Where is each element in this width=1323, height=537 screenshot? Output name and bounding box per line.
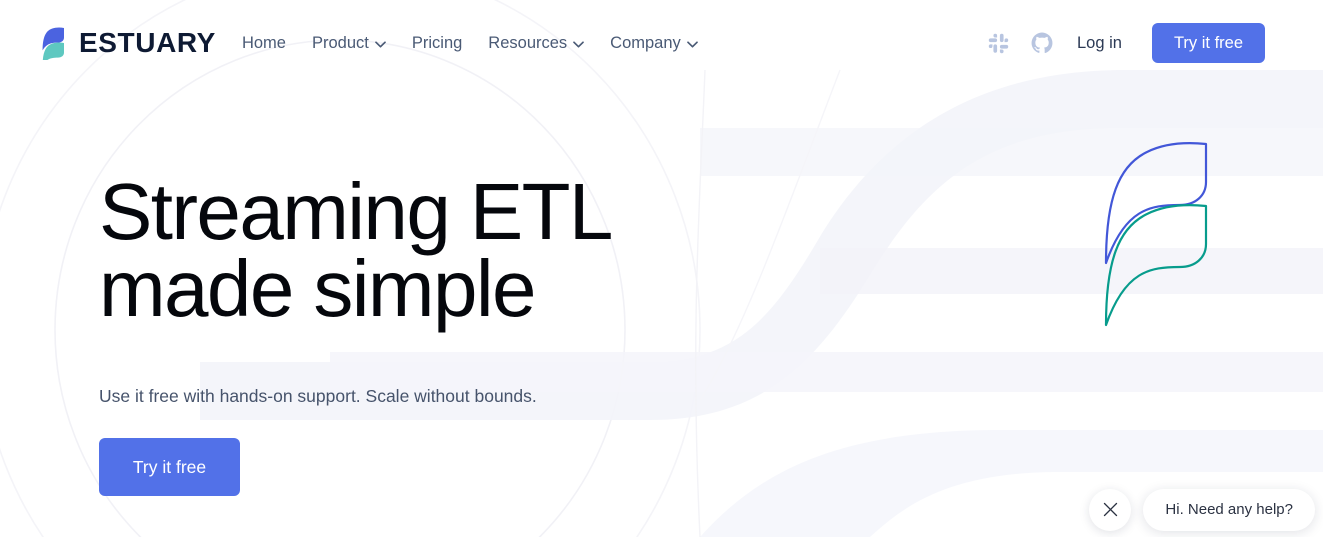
try-it-free-button-hero[interactable]: Try it free	[99, 438, 240, 497]
close-icon	[1103, 503, 1118, 517]
nav-item-product-label: Product	[311, 33, 369, 52]
hero-section: Streaming ETL made simple Use it free wi…	[0, 86, 1323, 497]
nav-item-resources-label: Resources	[488, 33, 568, 52]
nav-item-company[interactable]: Company	[610, 35, 698, 52]
nav-item-company-label: Company	[610, 33, 681, 52]
slack-icon	[988, 33, 1009, 53]
header-actions: Log in Try it free	[988, 22, 1265, 64]
nav-item-pricing-label: Pricing	[411, 33, 463, 52]
nav-item-pricing[interactable]: Pricing	[412, 35, 462, 52]
chevron-down-icon	[686, 40, 698, 48]
login-link[interactable]: Log in	[1077, 34, 1122, 53]
nav-item-home-label: Home	[241, 33, 286, 52]
chevron-down-icon	[573, 40, 585, 48]
main-navigation: Home Product Pricing Resources Company	[242, 35, 698, 52]
try-it-free-button-header[interactable]: Try it free	[1151, 22, 1265, 64]
site-header: ESTUARY Home Product Pricing Resources C…	[0, 0, 1323, 86]
github-link[interactable]	[1031, 32, 1053, 54]
slack-link[interactable]	[988, 33, 1009, 54]
estuary-leaf-logo-icon	[42, 27, 64, 60]
nav-item-product[interactable]: Product	[312, 35, 386, 52]
nav-item-home[interactable]: Home	[242, 35, 286, 52]
github-icon	[1031, 32, 1053, 53]
hero-subtitle: Use it free with hands-on support. Scale…	[99, 385, 537, 406]
chat-close-button[interactable]	[1089, 488, 1132, 531]
hero-title: Streaming ETL made simple	[99, 167, 613, 333]
brand-logo-link[interactable]: ESTUARY	[40, 26, 216, 60]
nav-item-resources[interactable]: Resources	[488, 33, 585, 52]
chat-widget: Hi. Need any help?	[1089, 488, 1315, 531]
chevron-down-icon	[375, 40, 386, 48]
brand-name: ESTUARY	[79, 27, 216, 58]
chat-message-bubble[interactable]: Hi. Need any help?	[1143, 488, 1315, 531]
